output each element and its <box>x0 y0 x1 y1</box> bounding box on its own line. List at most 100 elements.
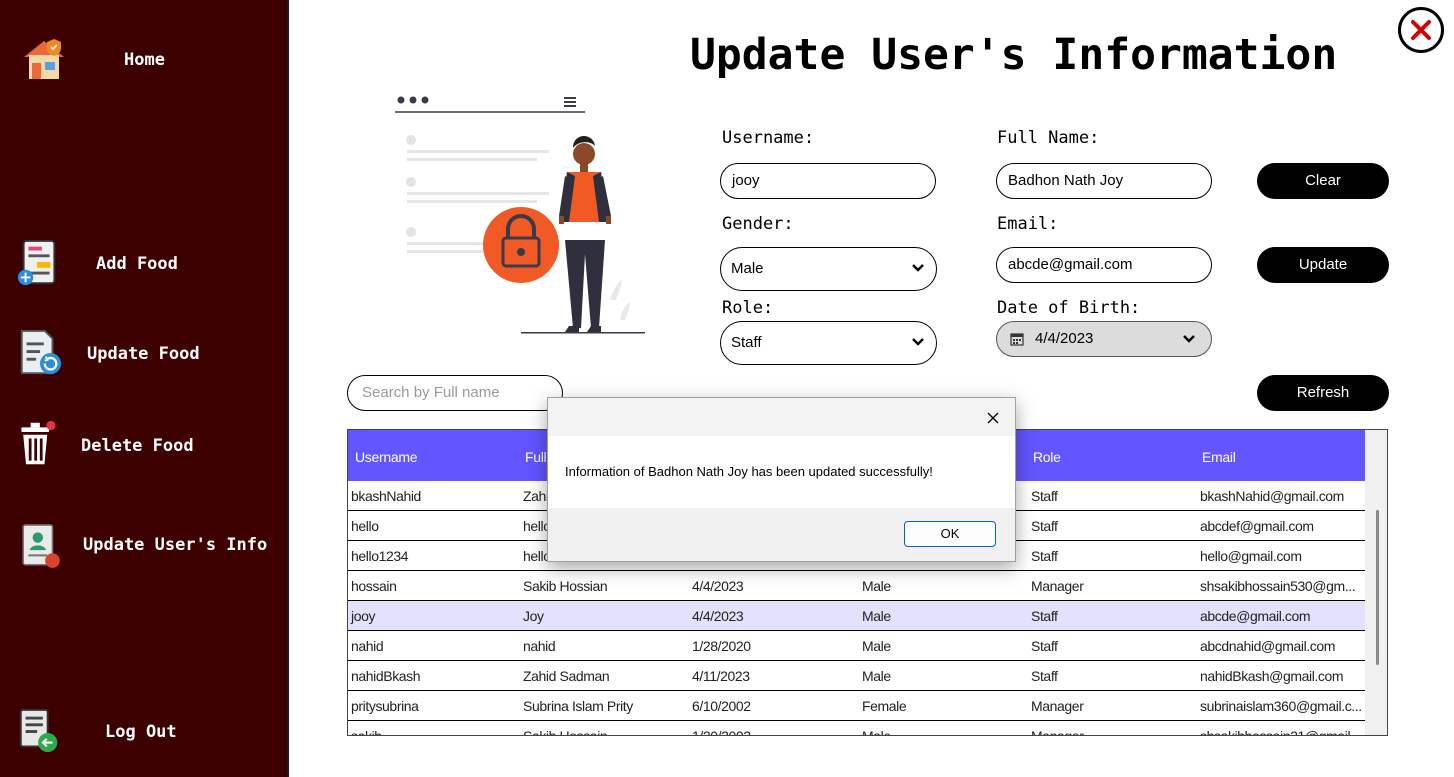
table-cell: hossain <box>351 578 397 594</box>
table-row[interactable]: jooy Joy 4/4/2023 Male Staff abcde@gmail.com <box>348 601 1365 631</box>
table-cell: bkashNahid@gmail.com <box>1200 488 1344 504</box>
table-cell: nahid <box>523 638 556 654</box>
table-cell: abcdef@gmail.com <box>1200 518 1314 534</box>
table-cell: 1/20/2002 <box>692 728 751 736</box>
nav-update-user-info[interactable]: Update User's Info <box>0 515 289 575</box>
column-header[interactable]: Email <box>1195 430 1236 481</box>
table-cell: hello@gmail.com <box>1200 548 1302 564</box>
user-info-icon <box>22 524 60 568</box>
dob-picker[interactable]: 4/4/2023 <box>996 321 1212 357</box>
table-cell: bkashNahid <box>351 488 421 504</box>
home-icon <box>24 39 64 79</box>
table-cell: Male <box>862 668 891 684</box>
table-cell: 6/10/2002 <box>692 698 751 714</box>
table-cell: 4/4/2023 <box>692 608 744 624</box>
table-cell: Male <box>862 638 891 654</box>
grid-scroll-thumb[interactable] <box>1376 510 1379 665</box>
nav-log-out-label: Log Out <box>105 722 177 742</box>
role-label: Role: <box>722 298 774 318</box>
nav-add-food-label: Add Food <box>96 254 178 274</box>
nav-update-food-label: Update Food <box>87 344 200 364</box>
table-cell: shsakibhossain21@gmail... <box>1200 728 1361 736</box>
calendar-icon <box>1010 333 1024 346</box>
log-out-icon <box>19 708 58 753</box>
table-cell: jooy <box>351 608 376 624</box>
table-cell: Manager <box>1031 728 1084 736</box>
table-row[interactable]: hossain Sakib Hossian 4/4/2023 Male Manager s… <box>348 571 1365 601</box>
trash-icon <box>21 420 56 465</box>
ok-button[interactable]: OK <box>904 521 996 547</box>
table-cell: Male <box>862 728 891 736</box>
table-cell: nahidBkash <box>351 668 421 684</box>
role-select[interactable]: Staff <box>720 321 937 365</box>
table-cell: sakib <box>351 728 382 736</box>
close-button[interactable] <box>1398 7 1444 53</box>
table-cell: Sakib Hossain <box>523 728 608 736</box>
clear-button[interactable]: Clear <box>1257 163 1389 199</box>
close-icon <box>1411 20 1431 40</box>
grid-scrollbar[interactable] <box>1365 430 1387 735</box>
sidebar: Home Add Food Update Food Delete Food Up… <box>0 0 289 777</box>
email-field[interactable]: abcde@gmail.com <box>996 247 1212 283</box>
dialog-footer: OK <box>548 508 1015 561</box>
column-header[interactable]: Username <box>348 430 417 481</box>
table-cell: Female <box>862 698 907 714</box>
dob-value: 4/4/2023 <box>1035 330 1094 347</box>
table-cell: 1/28/2020 <box>692 638 751 654</box>
chevron-down-icon <box>912 338 924 346</box>
table-row[interactable]: sakib Sakib Hossain 1/20/2002 Male Manager sh… <box>348 721 1365 736</box>
table-cell: Sakib Hossian <box>523 578 608 594</box>
username-field[interactable]: jooy <box>720 163 936 199</box>
nav-delete-food[interactable]: Delete Food <box>0 416 289 476</box>
table-cell: 4/4/2023 <box>692 578 744 594</box>
nav-home[interactable]: Home <box>0 30 289 90</box>
chevron-down-icon <box>1183 335 1195 343</box>
search-input[interactable]: Search by Full name <box>347 375 563 411</box>
fullname-field[interactable]: Badhon Nath Joy <box>996 163 1212 199</box>
table-cell: Staff <box>1031 488 1058 504</box>
table-cell: Manager <box>1031 698 1084 714</box>
nav-update-user-info-label: Update User's Info <box>83 535 268 555</box>
table-cell: hello <box>351 518 379 534</box>
add-food-icon <box>17 239 56 286</box>
table-cell: Staff <box>1031 668 1058 684</box>
refresh-button[interactable]: Refresh <box>1257 375 1389 411</box>
table-cell: nahidBkash@gmail.com <box>1200 668 1344 684</box>
fullname-label: Full Name: <box>997 128 1100 148</box>
table-cell: Staff <box>1031 608 1058 624</box>
security-illustration <box>395 96 645 334</box>
table-cell: hello1234 <box>351 548 409 564</box>
message-dialog: Information of Badhon Nath Joy has been … <box>547 397 1016 562</box>
table-cell: pritysubrina <box>351 698 419 714</box>
table-cell: Staff <box>1031 548 1058 564</box>
table-cell: Staff <box>1031 638 1058 654</box>
table-cell: nahid <box>351 638 384 654</box>
gender-label: Gender: <box>722 214 794 234</box>
table-cell: Staff <box>1031 518 1058 534</box>
gender-select-value: Male <box>731 260 764 277</box>
nav-update-food[interactable]: Update Food <box>0 324 289 384</box>
table-cell: abcdnahid@gmail.com <box>1200 638 1336 654</box>
dialog-body: Information of Badhon Nath Joy has been … <box>548 436 1015 508</box>
chevron-down-icon <box>912 264 924 272</box>
dialog-message: Information of Badhon Nath Joy has been … <box>565 464 933 479</box>
table-row[interactable]: pritysubrina Subrina Islam Prity 6/10/2002… <box>348 691 1365 721</box>
username-label: Username: <box>722 128 815 148</box>
page-title: Update User's Information <box>690 30 1338 80</box>
nav-add-food[interactable]: Add Food <box>0 234 289 294</box>
nav-delete-food-label: Delete Food <box>81 436 194 456</box>
table-cell: subrinaislam360@gmail.c... <box>1200 698 1362 714</box>
nav-home-label: Home <box>124 50 165 70</box>
table-cell: Male <box>862 608 891 624</box>
dialog-close-button[interactable] <box>980 405 1006 431</box>
column-header[interactable]: Role <box>1026 430 1061 481</box>
gender-select[interactable]: Male <box>720 247 937 291</box>
nav-log-out[interactable]: Log Out <box>0 702 289 762</box>
table-cell: Subrina Islam Prity <box>523 698 633 714</box>
table-cell: 4/11/2023 <box>692 668 750 684</box>
update-button[interactable]: Update <box>1257 247 1389 283</box>
table-cell: Zahid Sadman <box>523 668 610 684</box>
table-row[interactable]: nahidBkash Zahid Sadman 4/11/2023 Male Staff… <box>348 661 1365 691</box>
update-food-icon <box>20 329 62 375</box>
table-row[interactable]: nahid nahid 1/28/2020 Male Staff abcdnahid@gm… <box>348 631 1365 661</box>
